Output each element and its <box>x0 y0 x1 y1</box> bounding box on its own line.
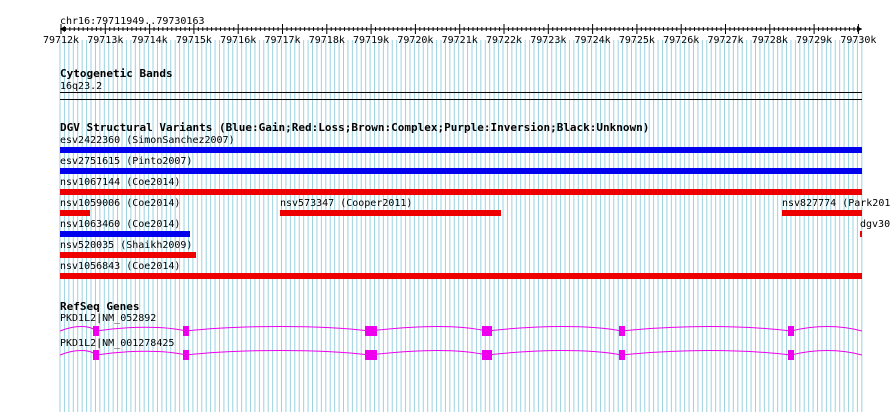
cytoband-line-top <box>60 92 862 93</box>
ruler-tick-label: 79729k <box>796 35 833 46</box>
variant-bar-gain[interactable] <box>60 231 190 237</box>
ruler-tick-label: 79713k <box>87 35 124 46</box>
ruler-tick-label: 79730k <box>840 35 877 46</box>
ruler-tick-label: 79727k <box>707 35 744 46</box>
variant-bar-loss[interactable] <box>782 210 862 216</box>
variant-label[interactable]: nsv1059006 (Coe2014) <box>60 198 180 209</box>
variant-bar-loss[interactable] <box>60 273 862 279</box>
ruler-tick-label: 79724k <box>574 35 611 46</box>
ruler-tick-label: 79719k <box>353 35 390 46</box>
variant-label[interactable]: esv2422360 (SimonSanchez2007) <box>60 135 235 146</box>
ruler-scale[interactable] <box>0 0 890 60</box>
ruler-tick-label: 79722k <box>485 35 523 46</box>
variant-label[interactable]: nsv827774 (Park201 <box>782 198 890 209</box>
variant-bar-loss[interactable] <box>60 252 196 258</box>
variant-bar-loss[interactable] <box>60 189 862 195</box>
ruler-tick-label: 79717k <box>264 35 301 46</box>
ruler-tick-label: 79720k <box>397 35 434 46</box>
variant-label[interactable]: dgv30 <box>860 219 890 230</box>
variant-label[interactable]: nsv520035 (Shaikh2009) <box>60 240 192 251</box>
ruler-tick-label: 79718k <box>308 35 345 46</box>
variant-label[interactable]: nsv1056843 (Coe2014) <box>60 261 180 272</box>
genome-browser: chr16:79711949..79730163 79712k 79713k 797… <box>0 0 890 412</box>
cytoband-label[interactable]: 16q23.2 <box>60 81 102 92</box>
ruler-right-arrow-icon <box>857 26 862 32</box>
ruler-tick-label: 79715k <box>175 35 212 46</box>
variant-label[interactable]: nsv573347 (Cooper2011) <box>280 198 412 209</box>
ruler-tick-label: 79728k <box>751 35 788 46</box>
cytoband-line-bottom <box>60 99 862 100</box>
dgv-track-title[interactable]: DGV Structural Variants (Blue:Gain;Red:L… <box>60 122 649 134</box>
refseq-track-title[interactable]: RefSeq Genes <box>60 301 139 313</box>
variant-bar-gain[interactable] <box>60 147 862 153</box>
variant-label[interactable]: nsv1067144 (Coe2014) <box>60 177 180 188</box>
ruler-tick-label: 79726k <box>663 35 700 46</box>
ruler-tick-label: 79721k <box>441 35 478 46</box>
ruler-tick-label: 79716k <box>220 35 257 46</box>
ruler-tick-label: 79712k <box>42 35 80 46</box>
ruler-tick-label: 79723k <box>530 35 567 46</box>
variant-bar-gain[interactable] <box>60 168 862 174</box>
variant-label[interactable]: nsv1063460 (Coe2014) <box>60 219 180 230</box>
variant-bar-loss[interactable] <box>60 210 90 216</box>
variant-bar-loss[interactable] <box>280 210 501 216</box>
cytoband-track-title[interactable]: Cytogenetic Bands <box>60 68 173 80</box>
transcript-model[interactable] <box>0 345 890 365</box>
variant-label[interactable]: esv2751615 (Pinto2007) <box>60 156 192 167</box>
ruler-tick-label: 79714k <box>131 35 168 46</box>
variant-bar-loss[interactable] <box>860 231 862 237</box>
ruler-tick-label: 79725k <box>618 35 655 46</box>
